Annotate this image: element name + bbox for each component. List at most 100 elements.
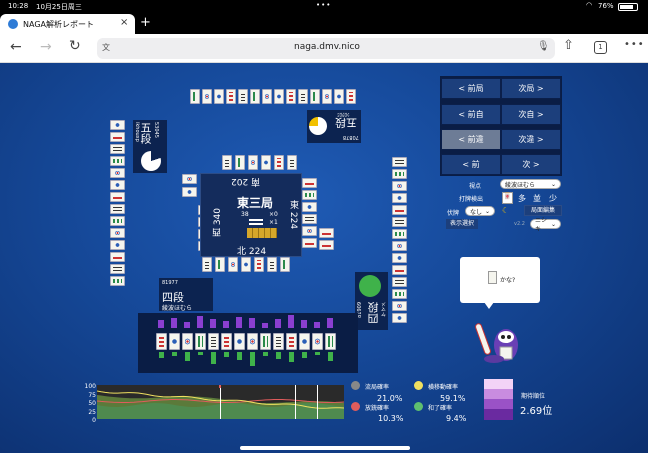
rank-bar-4 — [484, 409, 513, 420]
mahjong-tile — [392, 277, 407, 287]
next-diff-button[interactable]: 次違 > — [501, 129, 561, 150]
hand-tile[interactable] — [286, 333, 297, 350]
tile-icon — [488, 271, 497, 284]
mahjong-tile — [310, 89, 320, 104]
microphone-icon[interactable]: 🎙 — [537, 41, 550, 52]
hand-tile[interactable] — [312, 333, 323, 350]
mahjong-tile — [302, 190, 317, 200]
tile-face-icon — [237, 336, 242, 347]
tile-face-icon — [325, 92, 329, 101]
next-self-button[interactable]: 次自 > — [501, 104, 561, 125]
hand-tile[interactable] — [299, 333, 310, 350]
status-time: 10:28 — [8, 2, 29, 10]
multitask-icon[interactable]: ••• — [316, 1, 331, 9]
hand-tile[interactable] — [234, 333, 245, 350]
yokodori-color-icon — [414, 381, 423, 390]
discard-prob-bar — [301, 320, 307, 328]
prev-button[interactable]: < 前 — [441, 154, 501, 175]
mahjong-tile — [392, 229, 407, 239]
close-tab-icon[interactable]: × — [120, 17, 128, 28]
tile-face-icon — [395, 292, 404, 296]
mahjong-tile — [228, 257, 238, 272]
option-many[interactable]: 多 — [518, 193, 526, 204]
score-south: 南 202 — [231, 176, 261, 186]
counter-2: ×1 — [269, 219, 278, 226]
favicon-icon — [8, 19, 18, 29]
new-tab-icon[interactable]: + — [140, 15, 151, 30]
agari-prob-bar — [224, 352, 229, 357]
agari-prob-bar — [198, 352, 203, 355]
river-top — [222, 155, 302, 172]
discard-prob-bar — [158, 320, 164, 328]
home-indicator[interactable] — [240, 446, 410, 450]
moon-icon[interactable]: ☾ — [502, 206, 509, 215]
fold-select[interactable]: なし ⌄ — [465, 206, 495, 216]
tile-toggle-icon[interactable]: 🀄 — [502, 192, 513, 204]
reload-icon[interactable]: ↻ — [69, 38, 81, 54]
score-east: 東 224 — [288, 200, 298, 230]
hand-tile[interactable] — [156, 333, 167, 350]
tile-face-icon — [395, 208, 404, 212]
round-marker-0 — [220, 385, 221, 419]
hand-tile[interactable] — [221, 333, 232, 350]
hand-tile[interactable] — [260, 333, 271, 350]
mahjong-tile — [274, 89, 284, 104]
tile-face-icon — [113, 279, 122, 283]
model-select[interactable]: ニシキ ⌄ — [530, 217, 561, 233]
tile-face-icon — [302, 336, 307, 347]
tile-face-icon — [277, 158, 281, 167]
prev-self-button[interactable]: < 前自 — [441, 104, 501, 125]
tabs-count-button[interactable]: 1 — [594, 41, 607, 54]
next-round-button[interactable]: 次局 > — [501, 78, 561, 99]
round-name: 東三局 — [237, 196, 274, 210]
next-button[interactable]: 次 > — [501, 154, 561, 175]
yokodori-label: 横移動確率 — [428, 384, 459, 391]
translate-icon[interactable]: 文 — [102, 42, 110, 53]
tile-face-icon — [337, 92, 341, 101]
mahjong-tile — [226, 89, 236, 104]
score-west: 西 340 — [213, 208, 223, 238]
hand-tile[interactable] — [273, 333, 284, 350]
hand-tile[interactable] — [182, 333, 193, 350]
player-bottom-name: 綾波ほむら — [162, 305, 193, 312]
tile-face-icon — [313, 92, 317, 101]
tab-naga[interactable]: NAGA解析レポート × — [0, 14, 135, 34]
agari-prob-bar — [263, 352, 268, 356]
agari-value: 9.4% — [446, 414, 467, 423]
tile-face-icon — [289, 336, 294, 347]
y-tick-label: 75 — [88, 391, 96, 399]
hand-tile[interactable] — [325, 333, 336, 350]
address-bar[interactable]: 文 naga.dmv.nico 🎙 — [97, 38, 555, 59]
fold-label: 伏牌 — [447, 210, 460, 217]
chevron-down-icon: ⌄ — [550, 220, 556, 228]
hand-tile[interactable] — [169, 333, 180, 350]
prev-diff-button[interactable]: < 前違 — [441, 129, 501, 150]
agari-label: 和了確率 — [428, 405, 453, 412]
share-icon[interactable]: ⇧ — [563, 38, 574, 53]
mahjong-tile — [392, 217, 407, 227]
chevron-down-icon: ⌄ — [484, 207, 490, 215]
hand-tile[interactable] — [208, 333, 219, 350]
more-menu-icon[interactable]: ••• — [624, 39, 645, 50]
display-select-button[interactable]: 表示選択 — [446, 219, 478, 229]
tile-face-icon — [395, 160, 404, 164]
option-mid[interactable]: 並 — [533, 193, 541, 204]
discard-prob-bar — [314, 322, 320, 328]
rank-bar-2 — [484, 389, 513, 399]
agari-prob-bar — [289, 352, 294, 362]
hand-tile[interactable] — [247, 333, 258, 350]
mahjong-tile — [287, 155, 297, 170]
player-left-id: 53045 — [153, 122, 159, 138]
viewpoint-select[interactable]: 綾波ほむら ⌄ — [500, 179, 561, 189]
viewpoint-label: 視点 — [469, 183, 482, 190]
back-icon[interactable]: ← — [10, 39, 22, 55]
forward-icon[interactable]: → — [40, 39, 52, 55]
ryukyoku-color-icon — [351, 381, 360, 390]
hand-tile[interactable] — [195, 333, 206, 350]
option-few[interactable]: 少 — [549, 193, 557, 204]
mahjong-tile — [202, 89, 212, 104]
naga-mascot-icon — [472, 315, 522, 365]
prev-round-button[interactable]: < 前局 — [441, 78, 501, 99]
status-date: 10月25日周三 — [36, 3, 82, 11]
battery-percent: 76% — [598, 2, 614, 10]
